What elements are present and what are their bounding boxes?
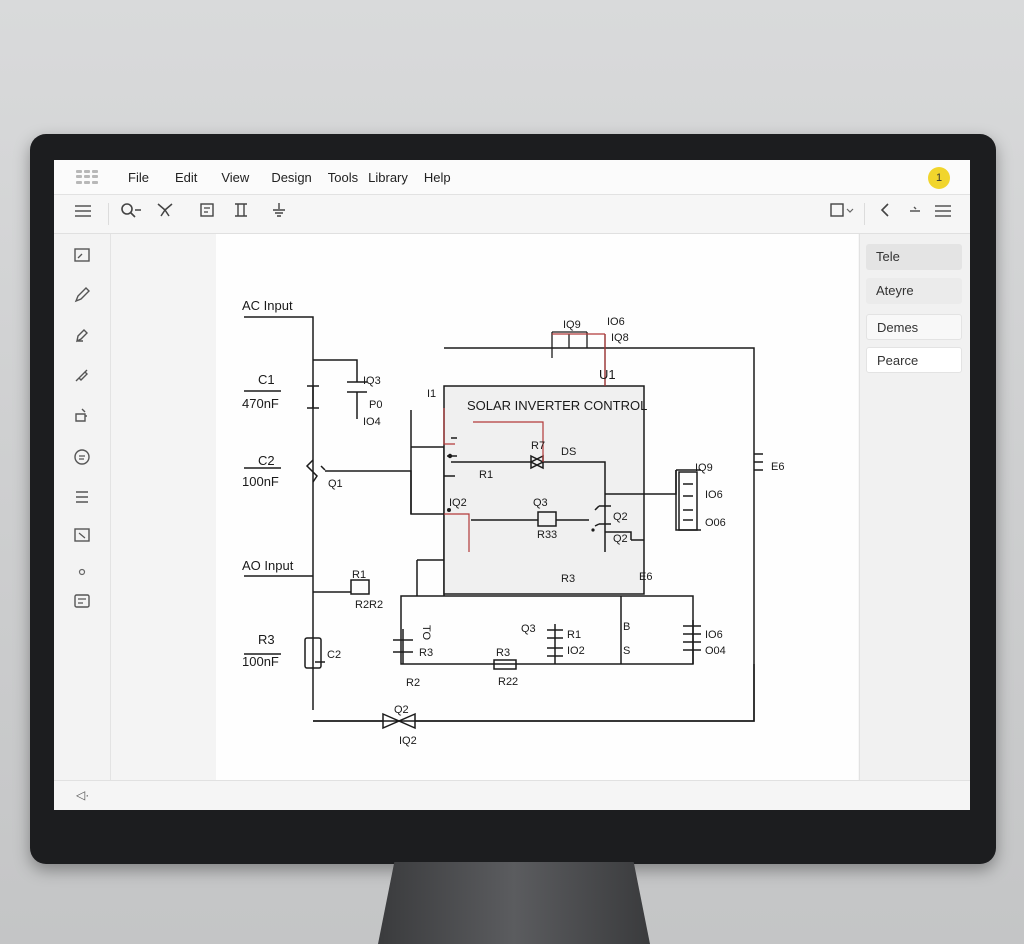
panel-item-demes[interactable]: Demes	[866, 314, 962, 340]
properties-panel: Tele Ateyre Demes Pearce	[859, 234, 970, 780]
label-c2: C2	[258, 453, 275, 468]
schematic-canvas-area[interactable]: AC Input C1 470nF C2 100nF AO Input R3 1…	[111, 234, 858, 780]
label-io6-lower: IO6	[705, 629, 723, 641]
label-io2: IO2	[567, 645, 585, 657]
label-p0: P0	[369, 399, 382, 411]
pen-icon[interactable]	[68, 326, 96, 352]
label-c2-bottom: C2	[327, 649, 341, 661]
label-io4: IO4	[363, 416, 381, 428]
label-q2-bottom: Q2	[394, 704, 409, 716]
toolbar-divider	[108, 203, 109, 225]
app-window: File Edit View Design Tools Library Help…	[54, 160, 970, 810]
label-r3-res: R3	[496, 647, 510, 659]
menu-design[interactable]: Design	[271, 170, 311, 185]
zoom-icon[interactable]	[118, 201, 144, 227]
label-r22: R22	[498, 676, 518, 688]
panel-menu-icon[interactable]	[930, 201, 956, 227]
status-bar: ◁·	[54, 780, 970, 810]
frame-tool-icon[interactable]	[68, 526, 96, 552]
tool-sidebar	[54, 234, 111, 780]
label-q2-b: Q2	[613, 533, 628, 545]
label-to: TO	[420, 625, 432, 641]
menu-items: File Edit View Design Tools Library Help	[118, 160, 451, 194]
menu-edit[interactable]: Edit	[175, 170, 197, 185]
menu-tools[interactable]: Tools	[328, 170, 358, 185]
label-block-title: SOLAR INVERTER CONTROL	[467, 398, 647, 413]
menu-library[interactable]: Library	[368, 170, 408, 185]
label-ds: DS	[561, 446, 576, 458]
label-r2-bottom: R2	[406, 677, 420, 689]
label-r2r2: R2R2	[355, 599, 383, 611]
frame-icon[interactable]	[194, 201, 220, 227]
collapse-icon[interactable]	[902, 201, 928, 227]
toolbar	[54, 195, 970, 234]
label-r3-value: 100nF	[242, 654, 279, 669]
label-u1: U1	[599, 367, 616, 382]
panel-item-pearce[interactable]: Pearce	[866, 347, 962, 373]
select-tool-icon[interactable]	[68, 246, 96, 272]
label-iq2-inner: IQ2	[449, 497, 467, 509]
label-iq3: IQ3	[363, 375, 381, 387]
notification-badge[interactable]: 1	[928, 167, 950, 189]
menu-view[interactable]: View	[221, 170, 249, 185]
dot-icon[interactable]	[68, 560, 96, 586]
list-icon[interactable]	[68, 488, 96, 514]
paint-icon[interactable]	[68, 406, 96, 432]
component-icon[interactable]	[228, 201, 254, 227]
label-io6-top: IO6	[607, 316, 625, 328]
label-b: B	[623, 621, 630, 633]
label-r33: R33	[537, 529, 557, 541]
view-select-icon[interactable]	[828, 201, 858, 227]
menu-icon[interactable]	[70, 201, 96, 227]
label-i1: I1	[427, 388, 436, 400]
label-iq9: IQ9	[563, 319, 581, 331]
label-iq9-right: IQ9	[695, 462, 713, 474]
label-q3-lower: Q3	[521, 623, 536, 635]
label-iq2: IQ2	[399, 735, 417, 747]
properties-icon[interactable]	[68, 592, 96, 618]
toolbar-divider	[864, 203, 865, 225]
menu-file[interactable]: File	[128, 170, 149, 185]
label-r3-lower: R3	[419, 647, 433, 659]
label-e6-right: E6	[771, 461, 784, 473]
label-r1-lower: R1	[567, 629, 581, 641]
label-io6-right: IO6	[705, 489, 723, 501]
label-o04: O04	[705, 645, 726, 657]
label-q1: Q1	[328, 478, 343, 490]
label-s: S	[623, 645, 630, 657]
label-r3-block: R3	[561, 573, 575, 585]
label-r7: R7	[531, 440, 545, 452]
label-r3-left: R3	[258, 632, 275, 647]
label-e6: E6	[639, 571, 652, 583]
back-icon[interactable]	[872, 201, 898, 227]
label-c2-value: 100nF	[242, 474, 279, 489]
ground-icon[interactable]	[266, 201, 292, 227]
wire-tool-icon[interactable]	[152, 201, 178, 227]
menu-help[interactable]: Help	[424, 170, 451, 185]
label-c1: C1	[258, 372, 275, 387]
panel-item-tele[interactable]: Tele	[866, 244, 962, 270]
label-iq8: IQ8	[611, 332, 629, 344]
label-q3-inner: Q3	[533, 497, 548, 509]
menu-bar: File Edit View Design Tools Library Help…	[54, 160, 970, 195]
label-q2-a: Q2	[613, 511, 628, 523]
label-r1-left: R1	[352, 569, 366, 581]
probe-icon[interactable]	[68, 366, 96, 392]
label-c1-value: 470nF	[242, 396, 279, 411]
label-o06: O06	[705, 517, 726, 529]
label-r1-inner: R1	[479, 469, 493, 481]
app-grid-icon[interactable]	[76, 170, 98, 184]
label-ac-input: AC Input	[242, 298, 293, 313]
schematic-diagram[interactable]: AC Input C1 470nF C2 100nF AO Input R3 1…	[111, 234, 858, 780]
monitor-stand	[378, 862, 650, 944]
panel-item-ateyre[interactable]: Ateyre	[866, 278, 962, 304]
chat-icon[interactable]	[68, 448, 96, 474]
label-ao-input: AO Input	[242, 558, 294, 573]
status-text: ◁·	[76, 788, 90, 802]
pencil-icon[interactable]	[68, 286, 96, 312]
